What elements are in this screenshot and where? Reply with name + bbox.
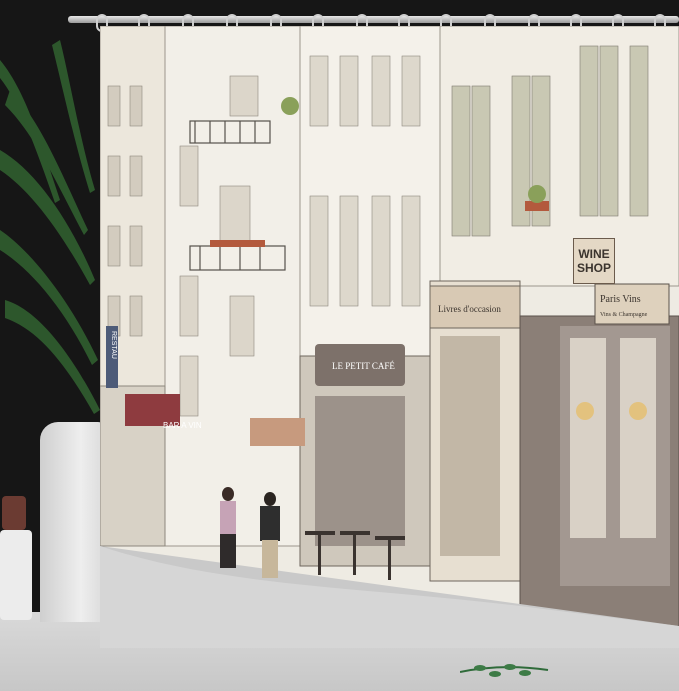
soap-dispenser	[0, 496, 32, 620]
bathtub	[40, 422, 108, 622]
shop-script-subsign: Vins & Champagne	[600, 312, 648, 318]
curtain-rod	[68, 16, 679, 23]
wine-bar-sign: BAR A VIN	[163, 421, 202, 430]
cafe-sign: LE PETIT CAFÉ	[332, 361, 395, 371]
restaurant-sign: RESTAU	[110, 331, 117, 359]
paris-street-illustration: BAR A VIN RESTAU LE PETIT CAFÉ Livres d'…	[100, 26, 679, 648]
leaf-sprig	[460, 664, 549, 677]
shower-curtain: BAR A VIN RESTAU LE PETIT CAFÉ Livres d'…	[100, 26, 679, 648]
wine-shop-line2: SHOP	[576, 261, 611, 275]
wine-shop-sign: WINE SHOP	[573, 238, 615, 284]
wine-shop-line1: WINE	[578, 247, 610, 261]
bathroom-scene: BAR A VIN RESTAU LE PETIT CAFÉ Livres d'…	[0, 0, 679, 691]
bookshop-sign: Livres d'occasion	[438, 304, 501, 314]
shop-script-sign: Paris Vins	[600, 294, 641, 305]
